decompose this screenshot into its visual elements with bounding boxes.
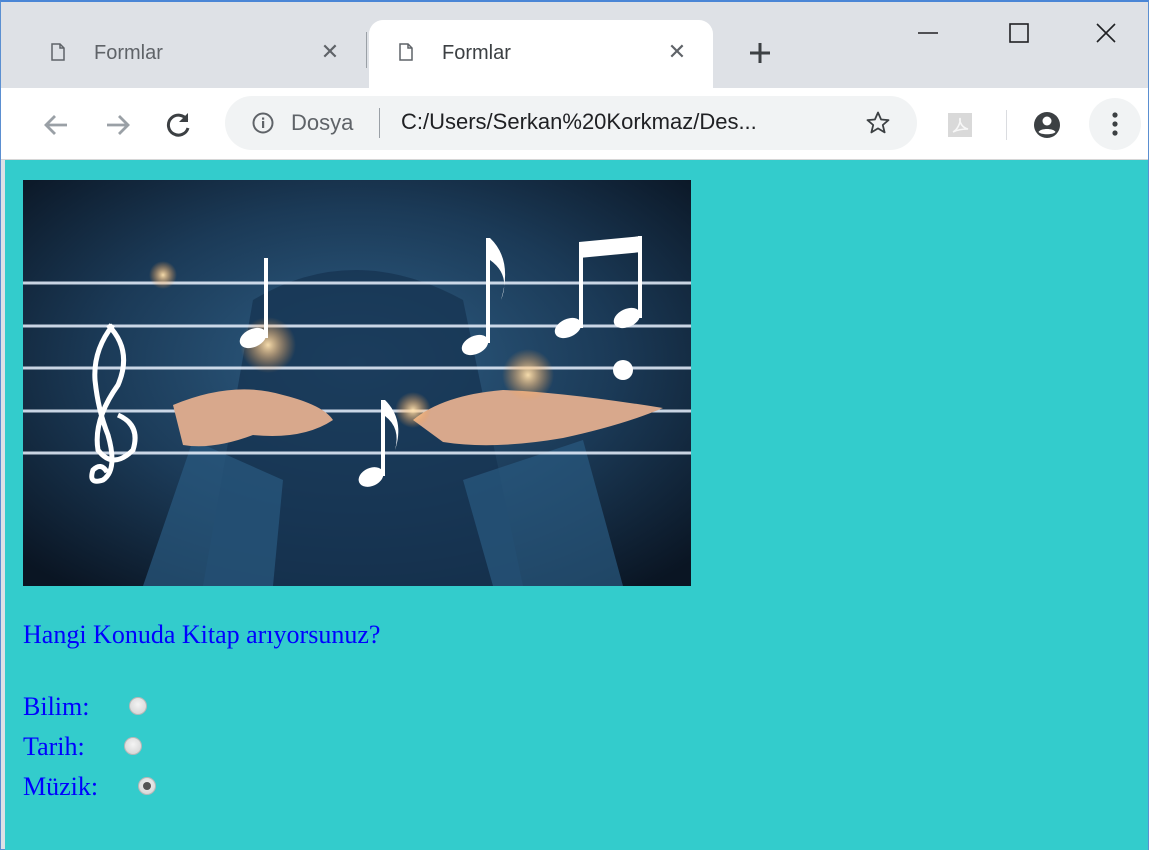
reload-icon[interactable] — [161, 108, 195, 142]
radio-bilim[interactable] — [129, 697, 147, 715]
option-label-muzik: Müzik: — [23, 772, 99, 801]
profile-icon[interactable] — [1032, 110, 1062, 140]
close-window-button[interactable] — [1063, 2, 1149, 62]
omnibox-divider — [379, 108, 380, 138]
document-icon — [51, 43, 65, 61]
document-icon — [399, 43, 413, 61]
browser-toolbar: Dosya C:/Users/Serkan%20Korkmaz/Des... — [1, 88, 1148, 160]
pdf-extension-icon[interactable] — [945, 110, 975, 140]
address-bar[interactable]: Dosya C:/Users/Serkan%20Korkmaz/Des... — [225, 96, 917, 150]
new-tab-icon[interactable] — [743, 36, 777, 70]
close-icon — [1096, 23, 1116, 43]
maximize-button[interactable] — [976, 2, 1062, 62]
tab-title: Formlar — [442, 42, 511, 64]
browser-window: Formlar ✕ Formlar ✕ Dosya C:/Users/Serka… — [0, 0, 1149, 850]
question-text: Hangi Konuda Kitap arıyorsunuz? — [23, 620, 381, 649]
close-tab-icon[interactable]: ✕ — [318, 38, 342, 66]
page-content: Hangi Konuda Kitap arıyorsunuz? Bilim: T… — [5, 160, 1148, 850]
minimize-icon — [918, 32, 938, 34]
radio-muzik[interactable] — [138, 777, 156, 795]
tab-separator — [366, 32, 367, 68]
option-label-bilim: Bilim: — [23, 692, 90, 721]
tab-strip: Formlar ✕ Formlar ✕ — [1, 2, 1148, 88]
minimize-button[interactable] — [885, 2, 971, 62]
forward-arrow-icon[interactable] — [101, 108, 135, 142]
tab-formlar-1[interactable]: Formlar ✕ — [21, 20, 366, 88]
url-text[interactable]: C:/Users/Serkan%20Korkmaz/Des... — [401, 109, 757, 135]
tab-formlar-2[interactable]: Formlar ✕ — [369, 20, 713, 88]
back-arrow-icon[interactable] — [39, 108, 73, 142]
more-vertical-icon — [1112, 112, 1118, 136]
close-tab-icon[interactable]: ✕ — [665, 38, 689, 66]
maximize-icon — [1009, 23, 1029, 43]
info-icon[interactable] — [252, 112, 274, 134]
tab-title: Formlar — [94, 42, 163, 64]
option-label-tarih: Tarih: — [23, 732, 85, 761]
menu-button[interactable] — [1089, 98, 1141, 150]
scheme-label: Dosya — [291, 110, 354, 135]
radio-tarih[interactable] — [124, 737, 142, 755]
toolbar-separator — [1006, 110, 1007, 140]
music-notes-photo — [23, 180, 691, 586]
bookmark-star-icon[interactable] — [865, 110, 891, 136]
